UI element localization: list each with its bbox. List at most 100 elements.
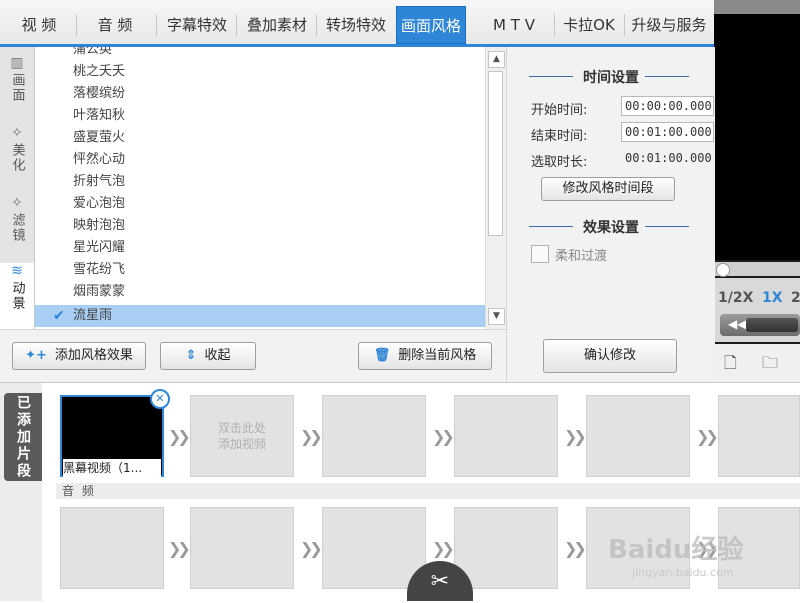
- soft-transition-checkbox[interactable]: [531, 245, 549, 263]
- empty-video-slot[interactable]: [322, 395, 426, 477]
- list-item[interactable]: 爱心泡泡: [35, 193, 485, 215]
- empty-video-slot[interactable]: 双击此处 添加视频: [190, 395, 294, 477]
- list-item[interactable]: 烟雨蒙蒙: [35, 281, 485, 303]
- list-item[interactable]: 桃之夭夭: [35, 61, 485, 83]
- end-time-row: 结束时间: 00:01:00.000: [531, 122, 714, 144]
- video-preview-screen[interactable]: [714, 14, 800, 260]
- chevron-right-icon: ❯❯: [300, 539, 323, 558]
- add-style-effect-button[interactable]: ✦+ 添加风格效果: [12, 342, 146, 370]
- end-time-label: 结束时间:: [531, 129, 588, 144]
- tab-mtv[interactable]: M T V: [474, 6, 554, 44]
- chevron-right-icon: ❯❯: [432, 539, 455, 558]
- side-tab-label: 滤镜: [9, 213, 25, 243]
- category-side-tabs: ▥ 画面 ✧ 美化 ✧ 滤镜 ≋ 动景: [0, 47, 35, 329]
- list-item[interactable]: 星光闪耀: [35, 237, 485, 259]
- add-video-hint: 双击此处 添加视频: [217, 421, 266, 451]
- empty-video-slot[interactable]: [586, 395, 690, 477]
- duration-value: 00:01:00.000: [625, 151, 712, 165]
- list-item[interactable]: 雪花纷飞: [35, 259, 485, 281]
- tab-audio[interactable]: 音 频: [80, 6, 150, 44]
- list-item[interactable]: 映射泡泡: [35, 215, 485, 237]
- empty-audio-slot[interactable]: [190, 507, 294, 589]
- chevron-right-icon: ❯❯: [168, 539, 191, 558]
- tab-transition-effects[interactable]: 转场特效: [318, 6, 394, 44]
- tab-picture-style[interactable]: 画面风格: [396, 6, 466, 44]
- tab-separator: [156, 14, 157, 36]
- heading-line: [529, 226, 573, 227]
- list-item[interactable]: 蒲公英: [35, 47, 485, 61]
- watermark-url: jingyan.baidu.com: [632, 566, 734, 579]
- list-item[interactable]: 折射气泡: [35, 171, 485, 193]
- remove-clip-icon[interactable]: ✕: [150, 389, 170, 409]
- heading-line: [645, 76, 689, 77]
- list-item[interactable]: 落樱缤纷: [35, 83, 485, 105]
- chevron-right-icon: ❯❯: [432, 427, 455, 446]
- wand-icon: ✧: [11, 195, 23, 211]
- modify-style-time-button[interactable]: 修改风格时间段: [541, 177, 675, 201]
- seek-bar[interactable]: [714, 262, 800, 277]
- style-list: 蒲公英 桃之夭夭 落樱缤纷 叶落知秋 盛夏萤火 怦然心动 折射气泡 爱心泡泡 映…: [35, 47, 486, 329]
- clip-name: 黑幕视频（1...: [63, 459, 161, 477]
- preview-top-strip: [714, 0, 800, 14]
- heading-line: [529, 76, 573, 77]
- empty-video-slot[interactable]: [718, 395, 800, 477]
- watermark-logo: Baidu经验: [608, 535, 744, 565]
- tab-overlay-material[interactable]: 叠加素材: [238, 6, 316, 44]
- end-time-input[interactable]: 00:01:00.000: [621, 122, 714, 142]
- tab-video[interactable]: 视 频: [4, 6, 74, 44]
- tab-upgrade-service[interactable]: 升级与服务: [626, 6, 712, 44]
- collapse-button[interactable]: ⇕ 收起: [160, 342, 256, 370]
- start-time-input[interactable]: 00:00:00.000: [621, 96, 714, 116]
- confirm-modify-button[interactable]: 确认修改: [543, 339, 677, 373]
- effect-settings-heading: 效果设置: [507, 217, 715, 237]
- delete-current-style-button[interactable]: 🗑 删除当前风格: [358, 342, 492, 370]
- chevron-right-icon: ❯❯: [168, 427, 191, 446]
- tab-separator: [316, 14, 317, 36]
- heading-text: 时间设置: [583, 70, 639, 86]
- side-tab-filter[interactable]: ✧ 滤镜: [0, 195, 34, 261]
- chevron-right-icon: ❯❯: [564, 539, 587, 558]
- audio-track-label: 音 频: [56, 483, 800, 499]
- side-tab-beautify[interactable]: ✧ 美化: [0, 125, 34, 191]
- clip-track: 黑幕视频（1... ✕ ❯❯ 双击此处 添加视频 ❯❯ ❯❯ ❯❯ ❯❯ 音 频…: [42, 383, 800, 601]
- empty-video-slot[interactable]: [454, 395, 558, 477]
- chevron-right-icon: ❯❯: [696, 427, 719, 446]
- side-tab-motion-scene[interactable]: ≋ 动景: [0, 263, 34, 329]
- open-folder-icon[interactable]: 🗀: [762, 352, 778, 379]
- scroll-thumb[interactable]: [488, 71, 503, 236]
- added-clips-tab[interactable]: 已添加片段: [4, 393, 42, 481]
- scroll-down-icon[interactable]: ▼: [488, 308, 505, 325]
- list-item[interactable]: 叶落知秋: [35, 105, 485, 127]
- speed-2x[interactable]: 2: [791, 290, 800, 306]
- empty-audio-slot[interactable]: [454, 507, 558, 589]
- volume-slider[interactable]: [746, 318, 798, 332]
- waves-icon: ≋: [11, 263, 23, 279]
- tab-karaoke[interactable]: 卡拉OK: [556, 6, 622, 44]
- scroll-up-icon[interactable]: ▲: [488, 51, 505, 68]
- duration-row: 选取时长: 00:01:00.000: [531, 151, 712, 170]
- speed-control: 1/2X 1X 2 ◀◀: [714, 278, 800, 342]
- seek-knob[interactable]: [716, 263, 730, 277]
- button-label: 添加风格效果: [54, 348, 133, 363]
- preview-icon-bar: 🗋 🗀: [714, 344, 800, 382]
- style-list-scrollbar[interactable]: ▲ ▼: [485, 47, 506, 329]
- new-project-icon[interactable]: 🗋: [724, 352, 737, 379]
- duration-label: 选取时长:: [531, 155, 588, 170]
- time-settings-heading: 时间设置: [507, 67, 715, 87]
- speed-1x[interactable]: 1X: [762, 290, 783, 306]
- list-item[interactable]: 盛夏萤火: [35, 127, 485, 149]
- add-sparkle-icon: ✦+: [25, 348, 47, 363]
- playback-control[interactable]: ◀◀: [720, 314, 800, 336]
- side-tab-picture[interactable]: ▥ 画面: [0, 55, 34, 121]
- empty-audio-slot[interactable]: [60, 507, 164, 589]
- tab-separator: [554, 14, 555, 36]
- video-clip-slot[interactable]: 黑幕视频（1...: [60, 395, 164, 477]
- list-item-selected[interactable]: ✔ 流星雨: [35, 305, 485, 327]
- rewind-icon[interactable]: ◀◀: [728, 317, 746, 331]
- speed-half[interactable]: 1/2X: [718, 290, 753, 306]
- chevron-right-icon: ❯❯: [300, 427, 323, 446]
- side-tab-label: 美化: [9, 143, 25, 173]
- list-item[interactable]: 怦然心动: [35, 149, 485, 171]
- tab-separator: [236, 14, 237, 36]
- tab-subtitle-effects[interactable]: 字幕特效: [158, 6, 236, 44]
